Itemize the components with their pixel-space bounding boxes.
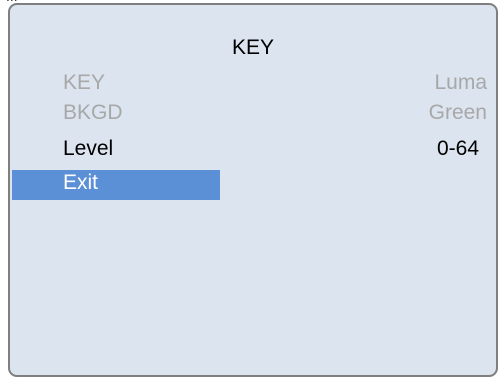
menu-item-key-label: KEY xyxy=(63,71,106,94)
menu-item-exit[interactable]: Exit xyxy=(10,168,496,198)
osd-menu-panel: KEY KEY Luma BKGD Green Level 0-64 Exit xyxy=(8,3,498,377)
menu-item-level-label: Level xyxy=(63,137,114,160)
menu-item-bkgd-value: Green xyxy=(428,101,487,124)
menu-item-level-value: 0-64 xyxy=(436,137,479,160)
menu-item-exit-label: Exit xyxy=(63,171,99,194)
menu-item-bkgd-label: BKGD xyxy=(63,101,123,124)
menu-item-bkgd: BKGD Green xyxy=(10,98,496,128)
menu-item-key-value: Luma xyxy=(434,71,487,94)
menu-title: KEY xyxy=(231,36,275,59)
menu-item-key: KEY Luma xyxy=(10,68,496,98)
menu-item-level[interactable]: Level 0-64 xyxy=(10,134,496,164)
